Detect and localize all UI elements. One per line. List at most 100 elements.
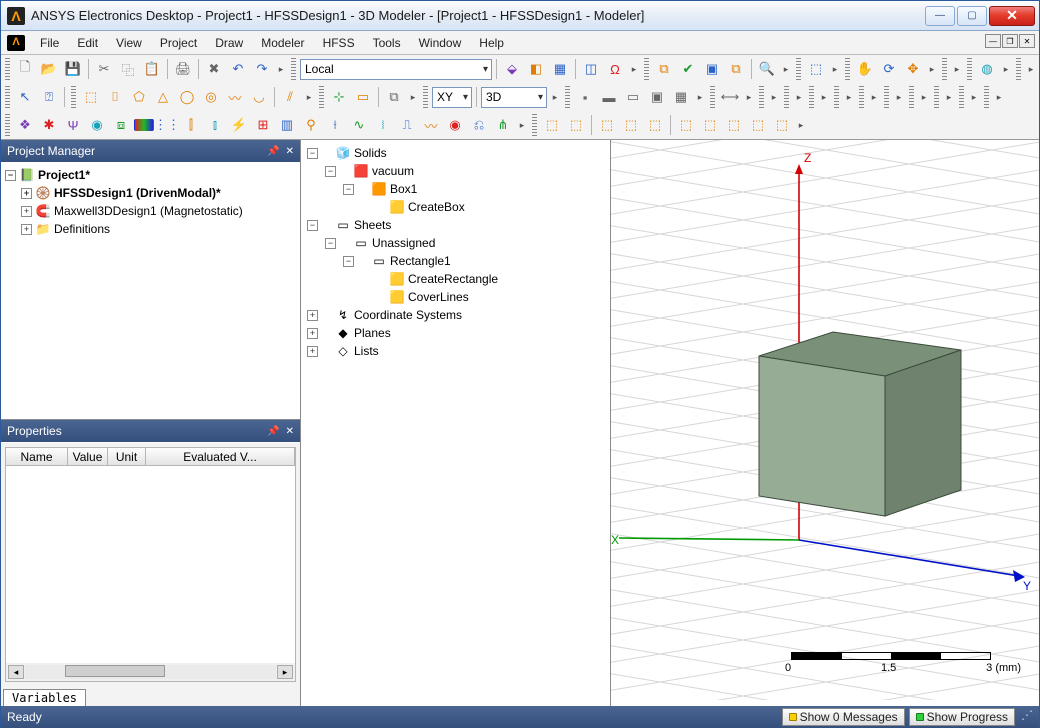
mdi-close-button[interactable]: ✕ <box>1019 34 1035 48</box>
toolbar-overflow[interactable]: ▸ <box>951 58 963 80</box>
tb3-x[interactable]: ⬚ <box>723 114 745 136</box>
open-button[interactable]: 📂 <box>38 58 60 80</box>
toolbar-overflow[interactable]: ▸ <box>829 58 841 80</box>
snap-edge-button[interactable]: ▬ <box>598 86 620 108</box>
validate-button[interactable]: ✔ <box>677 58 699 80</box>
resize-grip-icon[interactable]: ⋰ <box>1019 708 1033 726</box>
redo-button[interactable]: ↷ <box>251 58 273 80</box>
toolbar-overflow[interactable]: ▸ <box>968 86 980 108</box>
measure-button[interactable]: ⟷ <box>719 86 741 108</box>
tree-root-project[interactable]: −📗Project1* <box>1 166 300 184</box>
minimize-button[interactable]: — <box>925 6 955 26</box>
tb-btn-e[interactable]: Ω <box>604 58 626 80</box>
menu-edit[interactable]: Edit <box>68 34 107 52</box>
draw-cylinder-button[interactable]: ⌷ <box>104 86 126 108</box>
pin-icon[interactable]: 📌 <box>267 426 279 437</box>
bool-unite-button[interactable]: ⬚ <box>541 114 563 136</box>
cut-button[interactable]: ✂ <box>93 58 115 80</box>
toolbar-overflow[interactable]: ▸ <box>780 58 792 80</box>
model-tree-item[interactable]: 🟨CreateBox <box>301 198 610 216</box>
model-tree-item[interactable]: +◇Lists <box>301 342 610 360</box>
bool-split-button[interactable]: ⬚ <box>620 114 642 136</box>
tb3-f[interactable] <box>134 119 154 131</box>
toolbar-overflow[interactable]: ▸ <box>993 86 1005 108</box>
tb3-s[interactable]: ◉ <box>444 114 466 136</box>
model-tree-item[interactable]: −▭Rectangle1 <box>301 252 610 270</box>
menu-project[interactable]: Project <box>151 34 206 52</box>
tb-btn-l[interactable]: ⧉ <box>383 86 405 108</box>
draw-polyhedron-button[interactable]: ⬠ <box>128 86 150 108</box>
tb-btn-k[interactable]: ▭ <box>352 86 374 108</box>
viewport-3d[interactable]: Z X Y 01.53 (mm) <box>611 140 1039 706</box>
properties-table-body[interactable] <box>6 466 295 663</box>
tb3-i[interactable]: ⫾ <box>204 114 226 136</box>
model-tree-item[interactable]: +↯Coordinate Systems <box>301 306 610 324</box>
copy-button[interactable]: ⿻ <box>117 58 139 80</box>
toolbar-overflow[interactable]: ▸ <box>795 114 807 136</box>
tb3-u[interactable]: ⋔ <box>492 114 514 136</box>
toolbar-overflow[interactable]: ▸ <box>768 86 780 108</box>
model-tree-item[interactable]: −🧊Solids <box>301 144 610 162</box>
scroll-thumb[interactable] <box>65 665 165 677</box>
panel-close-icon[interactable]: ✕ <box>286 146 294 157</box>
draw-helix-button[interactable]: 〰 <box>224 86 246 108</box>
delete-button[interactable]: ✖ <box>203 58 225 80</box>
project-tree-item[interactable]: +📁Definitions <box>1 220 300 238</box>
ansys-logo-icon[interactable]: Λ <box>7 35 25 51</box>
tb-btn-i[interactable]: ✥ <box>902 58 924 80</box>
maximize-button[interactable]: ▢ <box>957 6 987 26</box>
tb-btn-f[interactable]: ⧉ <box>653 58 675 80</box>
project-tree[interactable]: −📗Project1* +🛞HFSSDesign1 (DrivenModal)*… <box>1 162 300 420</box>
select-button[interactable]: ↖ <box>14 86 36 108</box>
project-tree-item[interactable]: +🧲Maxwell3DDesign1 (Magnetostatic) <box>1 202 300 220</box>
menu-modeler[interactable]: Modeler <box>252 34 313 52</box>
toolbar-overflow[interactable]: ▸ <box>694 86 706 108</box>
mdi-restore-button[interactable]: ❐ <box>1002 34 1018 48</box>
tb3-q[interactable]: ⎍ <box>396 114 418 136</box>
toolbar-overflow[interactable]: ▸ <box>793 86 805 108</box>
tb-btn-d[interactable]: ◫ <box>580 58 602 80</box>
toolbar-overflow[interactable]: ▸ <box>943 86 955 108</box>
pin-icon[interactable]: 📌 <box>267 146 279 157</box>
tb3-w[interactable]: ⬚ <box>699 114 721 136</box>
menu-help[interactable]: Help <box>470 34 513 52</box>
undo-button[interactable]: ↶ <box>227 58 249 80</box>
tb3-g[interactable]: ⋮⋮ <box>156 114 178 136</box>
toolbar-overflow[interactable]: ▸ <box>918 86 930 108</box>
tb3-t[interactable]: ⎌ <box>468 114 490 136</box>
tb3-y[interactable]: ⬚ <box>747 114 769 136</box>
draw-sphere-button[interactable]: ◯ <box>176 86 198 108</box>
panel-close-icon[interactable]: ✕ <box>286 426 294 437</box>
tb3-p[interactable]: ⧘ <box>372 114 394 136</box>
tb-btn-j[interactable]: ◍ <box>976 58 998 80</box>
tb-btn-c[interactable]: ▦ <box>549 58 571 80</box>
tab-variables[interactable]: Variables <box>3 689 86 706</box>
model-tree-item[interactable]: −🟥vacuum <box>301 162 610 180</box>
tb3-j[interactable]: ⚡ <box>228 114 250 136</box>
model-tree[interactable]: −🧊Solids−🟥vacuum−🟧Box1🟨CreateBox−▭Sheets… <box>301 140 611 706</box>
view-combo[interactable]: 3D <box>481 87 547 108</box>
save-button[interactable]: 💾 <box>62 58 84 80</box>
analyze-button[interactable]: ▣ <box>701 58 723 80</box>
pan-button[interactable]: ✋ <box>854 58 876 80</box>
model-tree-item[interactable]: 🟨CoverLines <box>301 288 610 306</box>
tb3-k[interactable]: ⊞ <box>252 114 274 136</box>
tb3-v[interactable]: ⬚ <box>675 114 697 136</box>
tb3-b[interactable]: ✱ <box>38 114 60 136</box>
tb3-z[interactable]: ⬚ <box>771 114 793 136</box>
paste-button[interactable]: 📋 <box>141 58 163 80</box>
scroll-right-icon[interactable]: ▸ <box>277 665 293 679</box>
model-tree-item[interactable]: −🟧Box1 <box>301 180 610 198</box>
menu-draw[interactable]: Draw <box>206 34 252 52</box>
toolbar-overflow[interactable]: ▸ <box>1000 58 1012 80</box>
cs-button[interactable]: ⊹ <box>328 86 350 108</box>
toolbar-overflow[interactable]: ▸ <box>926 58 938 80</box>
menu-file[interactable]: File <box>31 34 68 52</box>
menu-hfss[interactable]: HFSS <box>314 34 364 52</box>
new-button[interactable]: 🗋 <box>14 58 36 80</box>
snap-body-button[interactable]: ▣ <box>646 86 668 108</box>
menu-tools[interactable]: Tools <box>364 34 410 52</box>
tb3-n[interactable]: ⟊ <box>324 114 346 136</box>
project-tree-item[interactable]: +🛞HFSSDesign1 (DrivenModal)* <box>1 184 300 202</box>
snap-face-button[interactable]: ▭ <box>622 86 644 108</box>
